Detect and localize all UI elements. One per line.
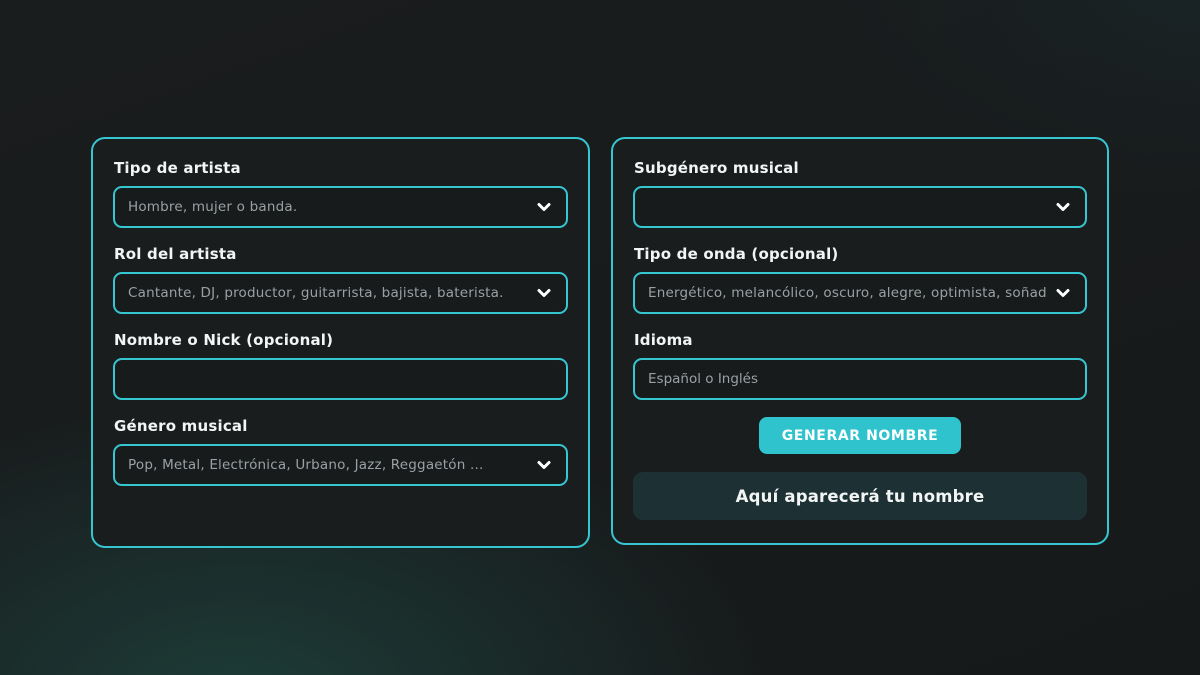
generate-button-row: GENERAR NOMBRE bbox=[633, 417, 1087, 454]
chevron-down-icon bbox=[535, 284, 553, 302]
select-placeholder: Cantante, DJ, productor, guitarrista, ba… bbox=[128, 285, 504, 301]
select-tipo-de-onda[interactable]: Energético, melancólico, oscuro, alegre,… bbox=[633, 272, 1087, 314]
field-label-tipo-de-artista: Tipo de artista bbox=[114, 159, 568, 177]
chevron-down-icon bbox=[535, 456, 553, 474]
select-subgenero-musical[interactable] bbox=[633, 186, 1087, 228]
select-placeholder: Energético, melancólico, oscuro, alegre,… bbox=[648, 285, 1046, 301]
select-genero-musical[interactable]: Pop, Metal, Electrónica, Urbano, Jazz, R… bbox=[113, 444, 568, 486]
nombre-o-nick-input[interactable] bbox=[113, 358, 568, 400]
select-placeholder: Hombre, mujer o banda. bbox=[128, 199, 297, 215]
select-placeholder: Pop, Metal, Electrónica, Urbano, Jazz, R… bbox=[128, 457, 483, 473]
artist-form-panel-right: Subgénero musical Tipo de onda (opcional… bbox=[611, 137, 1109, 545]
select-rol-del-artista[interactable]: Cantante, DJ, productor, guitarrista, ba… bbox=[113, 272, 568, 314]
field-label-subgenero-musical: Subgénero musical bbox=[634, 159, 1087, 177]
field-label-nombre-o-nick: Nombre o Nick (opcional) bbox=[114, 331, 568, 349]
generated-name-result-box: Aquí aparecerá tu nombre bbox=[633, 472, 1087, 520]
artist-form-panel-left: Tipo de artista Hombre, mujer o banda. R… bbox=[91, 137, 590, 548]
chevron-down-icon bbox=[535, 198, 553, 216]
chevron-down-icon bbox=[1054, 284, 1072, 302]
generar-nombre-button[interactable]: GENERAR NOMBRE bbox=[759, 417, 962, 454]
chevron-down-icon bbox=[1054, 198, 1072, 216]
field-label-idioma: Idioma bbox=[634, 331, 1087, 349]
select-tipo-de-artista[interactable]: Hombre, mujer o banda. bbox=[113, 186, 568, 228]
field-label-tipo-de-onda: Tipo de onda (opcional) bbox=[634, 245, 1087, 263]
field-label-rol-del-artista: Rol del artista bbox=[114, 245, 568, 263]
field-label-genero-musical: Género musical bbox=[114, 417, 568, 435]
idioma-input[interactable] bbox=[633, 358, 1087, 400]
